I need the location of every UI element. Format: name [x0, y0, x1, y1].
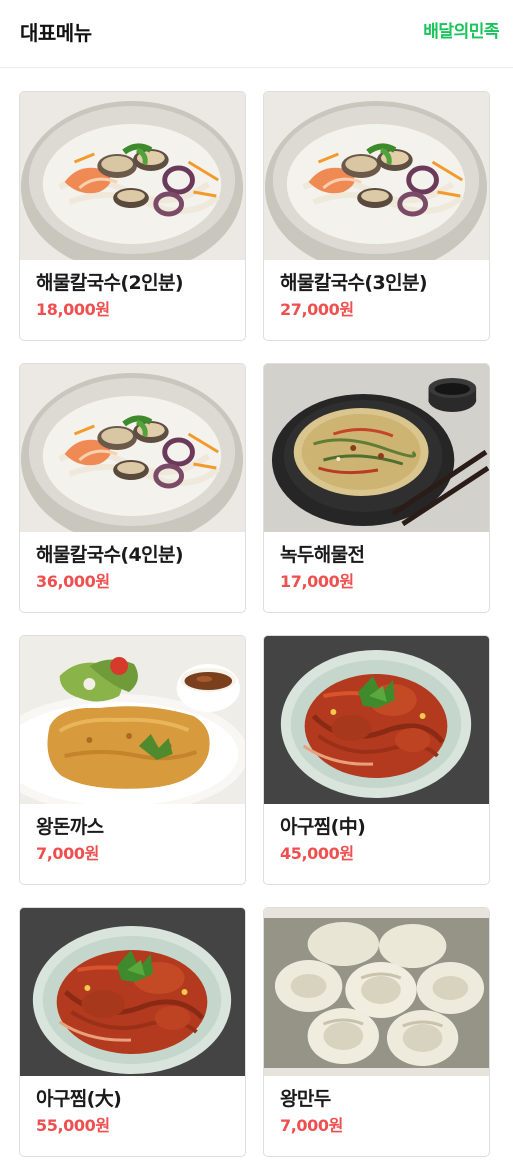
menu-card-body: 왕만두 7,000원 [264, 1076, 489, 1137]
menu-card-pork-cutlet[interactable]: 왕돈까스 7,000원 [19, 635, 246, 885]
menu-item-name: 해물칼국수(3인분) [280, 272, 428, 294]
menu-item-name: 아구찜(中) [280, 816, 366, 838]
menu-item-price: 17,000원 [280, 572, 354, 591]
seafood-kalguksu-photo [264, 92, 489, 260]
menu-card-braised-monkfish-medium[interactable]: 아구찜(中) 45,000원 [263, 635, 490, 885]
menu-item-price: 36,000원 [36, 572, 110, 591]
menu-item-name: 해물칼국수(4인분) [36, 544, 184, 566]
braised-monkfish-photo [264, 636, 489, 804]
brand-link[interactable]: 배달의민족 [423, 17, 499, 42]
menu-item-price: 55,000원 [36, 1116, 110, 1135]
menu-card-body: 왕돈까스 7,000원 [20, 804, 245, 865]
menu-item-name: 왕돈까스 [36, 816, 104, 838]
mungbean-seafood-pancake-photo [264, 364, 489, 532]
menu-card-body: 녹두해물전 17,000원 [264, 532, 489, 593]
menu-card-braised-monkfish-large[interactable]: 아구찜(大) 55,000원 [19, 907, 246, 1157]
menu-card-dumplings[interactable]: 왕만두 7,000원 [263, 907, 490, 1157]
menu-card-seafood-kalguksu-2[interactable]: 해물칼국수(2인분) 18,000원 [19, 91, 246, 341]
seafood-kalguksu-photo [20, 364, 245, 532]
menu-item-price: 7,000원 [280, 1116, 343, 1135]
seafood-kalguksu-photo [20, 92, 245, 260]
menu-card-body: 해물칼국수(4인분) 36,000원 [20, 532, 245, 593]
dumplings-photo [264, 908, 489, 1076]
page-title: 대표메뉴 [20, 21, 92, 45]
pork-cutlet-photo [20, 636, 245, 804]
menu-item-price: 27,000원 [280, 300, 354, 319]
menu-item-price: 18,000원 [36, 300, 110, 319]
menu-card-body: 해물칼국수(2인분) 18,000원 [20, 260, 245, 321]
menu-item-name: 왕만두 [280, 1088, 331, 1110]
menu-card-body: 해물칼국수(3인분) 27,000원 [264, 260, 489, 321]
braised-monkfish-photo [20, 908, 245, 1076]
menu-item-price: 45,000원 [280, 844, 354, 863]
menu-card-seafood-kalguksu-3[interactable]: 해물칼국수(3인분) 27,000원 [263, 91, 490, 341]
header: 대표메뉴 배달의민족 [0, 0, 513, 68]
menu-card-body: 아구찜(大) 55,000원 [20, 1076, 245, 1137]
menu-item-name: 아구찜(大) [36, 1088, 122, 1110]
menu-card-mungbean-pancake[interactable]: 녹두해물전 17,000원 [263, 363, 490, 613]
menu-card-body: 아구찜(中) 45,000원 [264, 804, 489, 865]
menu-grid: 해물칼국수(2인분) 18,000원 해물칼국수(3인분) 27,000원 해물… [19, 91, 490, 1157]
menu-card-seafood-kalguksu-4[interactable]: 해물칼국수(4인분) 36,000원 [19, 363, 246, 613]
menu-item-price: 7,000원 [36, 844, 99, 863]
menu-item-name: 해물칼국수(2인분) [36, 272, 184, 294]
menu-item-name: 녹두해물전 [280, 544, 365, 566]
